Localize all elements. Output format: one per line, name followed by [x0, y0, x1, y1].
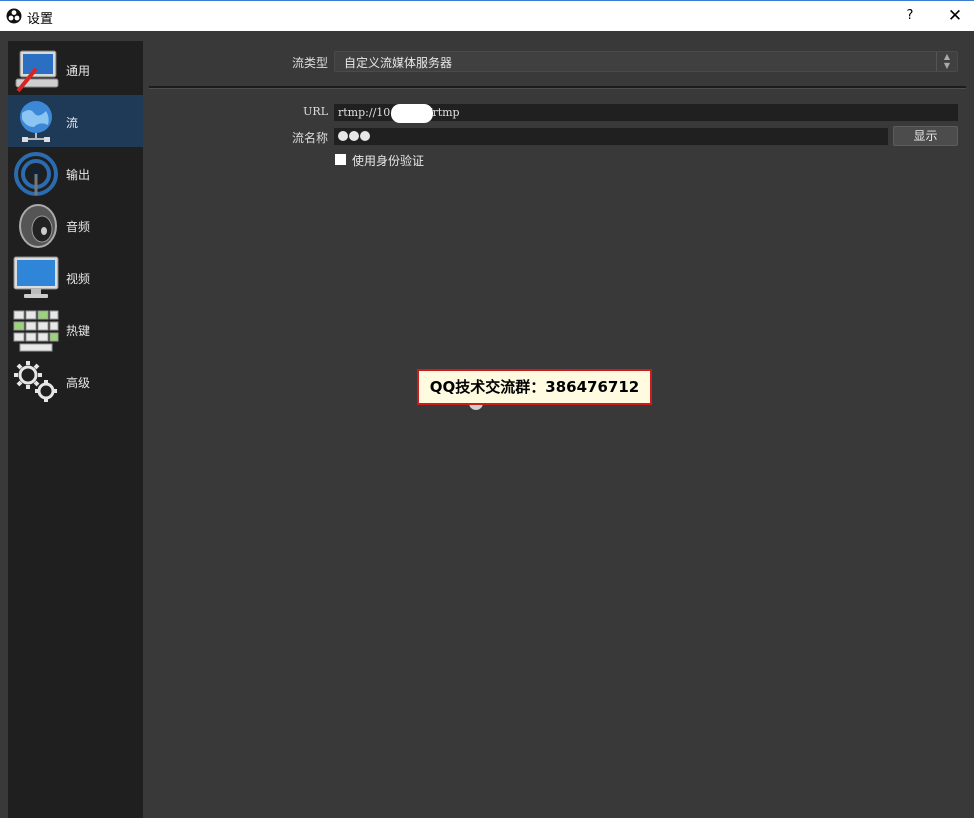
- url-label: URL: [303, 105, 328, 118]
- gears-icon: [14, 361, 57, 402]
- sidebar-item-audio[interactable]: 音频: [8, 199, 143, 251]
- speaker-icon: [19, 204, 57, 248]
- masked-key-dots: [338, 130, 371, 142]
- show-key-button[interactable]: 显示: [893, 126, 958, 146]
- stream-type-value: 自定义流媒体服务器: [344, 56, 453, 70]
- stream-type-label: 流类型: [291, 56, 328, 70]
- use-auth-checkbox[interactable]: [335, 154, 346, 165]
- keyboard-icon: [13, 310, 59, 352]
- monitor-icon: [13, 256, 59, 298]
- settings-sidebar: 通用 流 输出 音频 视频 热键 高级: [8, 41, 143, 818]
- globe-network-icon: [20, 101, 52, 142]
- sidebar-item-label: 流: [66, 116, 79, 130]
- sidebar-item-general[interactable]: 通用: [8, 43, 143, 95]
- redaction-mask: [391, 104, 433, 123]
- sidebar-item-stream[interactable]: 流: [8, 95, 143, 147]
- sidebar-item-label: 音频: [66, 220, 91, 234]
- sidebar-item-hotkeys[interactable]: 热键: [8, 303, 143, 355]
- sidebar-item-label: 高级: [66, 376, 91, 390]
- title-bar: 设置 ? ✕: [0, 0, 974, 31]
- obs-logo-icon: [6, 8, 22, 24]
- help-button[interactable]: ?: [898, 5, 922, 27]
- sidebar-item-label: 输出: [66, 168, 91, 182]
- general-monitor-icon: [15, 50, 59, 93]
- stream-key-field[interactable]: [334, 128, 888, 145]
- sidebar-item-advanced[interactable]: 高级: [8, 355, 143, 407]
- window-title: 设置: [27, 12, 54, 27]
- sidebar-item-label: 视频: [66, 272, 91, 286]
- stream-key-label: 流名称: [291, 131, 328, 145]
- watermark-banner: QQ技术交流群：386476712: [417, 369, 652, 405]
- sidebar-item-label: 热键: [66, 324, 91, 338]
- settings-body: [0, 31, 974, 818]
- divider: [149, 86, 966, 89]
- use-auth-label: 使用身份验证: [352, 154, 425, 168]
- stream-type-select[interactable]: 自定义流媒体服务器 ▲ ▼: [334, 51, 958, 72]
- sidebar-item-label: 通用: [66, 64, 91, 78]
- close-button[interactable]: ✕: [938, 3, 972, 29]
- sidebar-item-output[interactable]: 输出: [8, 147, 143, 199]
- sidebar-item-video[interactable]: 视频: [8, 251, 143, 303]
- chevron-updown-icon: ▲ ▼: [936, 52, 957, 71]
- broadcast-output-icon: [14, 152, 58, 196]
